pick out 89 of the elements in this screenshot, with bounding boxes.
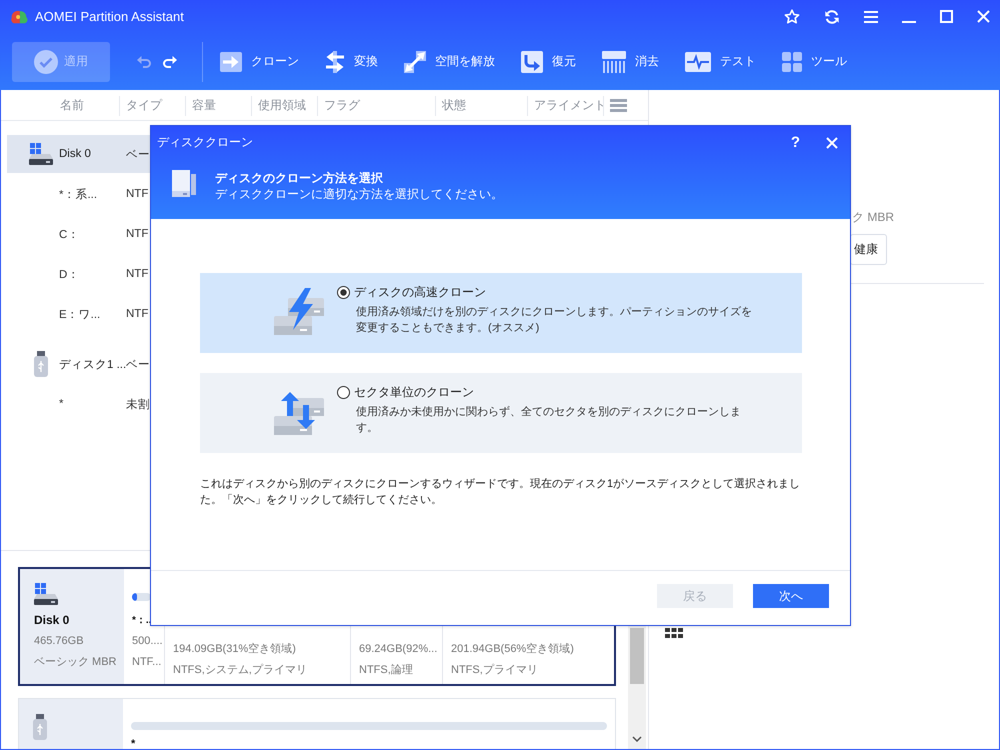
dialog-button[interactable]: 次へ (753, 584, 829, 608)
disk-size: 465.76GB (34, 635, 84, 648)
usb-drive-icon (33, 714, 47, 740)
radio-button[interactable] (337, 386, 350, 398)
column-header[interactable]: 状態 (442, 97, 466, 114)
clone-option-card[interactable]: ディスクの高速クローン 使用済み領域だけを別のディスクにクローンします。パーティションのサイズを変更することもできます。(オススメ) (200, 273, 802, 353)
option-description: 使用済み領域だけを別のディスクにクローンします。パーティションのサイズを変更することもできます。(オススメ) (355, 304, 753, 336)
column-header[interactable]: アライメント (534, 97, 606, 114)
table-cell: NTF (126, 228, 148, 240)
partition-size: 201.94GB(56%空き領域) (451, 643, 574, 656)
help-button[interactable]: ? (788, 134, 802, 151)
table-cell: Disk 0 (59, 148, 91, 160)
usb-drive-icon (34, 351, 48, 377)
drive-icon (172, 170, 196, 197)
table-row[interactable]: E：ワ... NTF (7, 295, 150, 333)
toolbar-button[interactable]: テスト (685, 52, 756, 72)
windows-drive-icon (29, 143, 53, 165)
column-header[interactable]: 容量 (192, 97, 216, 114)
table-row[interactable]: ディスク1 ...ベー (7, 345, 150, 383)
chevron-down-icon[interactable] (632, 736, 642, 742)
maximize-icon[interactable] (940, 10, 953, 23)
table-row[interactable]: *：系... NTF (7, 175, 150, 213)
close-icon[interactable] (826, 136, 838, 148)
table-cell: NTF (126, 268, 148, 280)
table-cell: * (59, 398, 64, 410)
grid-icon[interactable] (665, 628, 683, 638)
table-cell-text: C： (59, 228, 80, 242)
partition-name: * (131, 738, 136, 749)
dialog-heading: ディスクのクローン方法を選択 (215, 170, 383, 186)
dialog-note: これはディスクから別のディスクにクローンするウィザードです。現在のディスク1がソースディスクとして選択されました。「次へ」をクリックして続行してください。 (200, 477, 802, 508)
table-cell-text: D： (59, 268, 80, 282)
close-icon[interactable] (977, 10, 990, 23)
radio-button[interactable] (337, 286, 350, 298)
minimize-icon[interactable] (902, 20, 916, 22)
partition-type: NTF... (132, 656, 162, 669)
table-cell: NTF (126, 188, 148, 200)
column-header[interactable]: フラグ (324, 97, 360, 114)
table-row[interactable]: Disk 0 ベー (7, 135, 150, 173)
windows-drive-icon (34, 583, 58, 605)
column-header[interactable]: 使用領域 (258, 97, 306, 114)
window-title: AOMEI Partition Assistant (35, 9, 184, 24)
grid-squares-icon (782, 52, 802, 72)
partition-type: NTFS,プライマリ (451, 664, 538, 677)
lightning-drives-icon (274, 288, 324, 335)
partition-type: NTFS,システム,プライマリ (173, 664, 307, 677)
table-cell-text: *：系... (59, 187, 98, 202)
check-circle-icon (34, 50, 58, 74)
shredder-icon (602, 50, 626, 72)
toolbar-button[interactable]: クローン (220, 52, 299, 72)
table-cell-text: E：ワ... (59, 308, 100, 322)
toolbar-button[interactable]: ツール (782, 52, 847, 72)
table-row[interactable]: D： NTF (7, 255, 150, 293)
option-label: ディスクの高速クローン (354, 284, 486, 300)
pulse-icon (685, 52, 711, 72)
redo-icon[interactable] (163, 56, 177, 68)
table-cell-text: ベー (126, 358, 150, 372)
disk-type: ベーシック MBR (34, 656, 116, 669)
star-icon[interactable] (784, 8, 800, 24)
toolbar-button[interactable]: 消去 (602, 50, 659, 72)
partition-size: 500.... (132, 635, 163, 648)
toolbar-button[interactable]: 変換 (325, 50, 378, 72)
menu-icon[interactable] (864, 10, 878, 22)
option-label: セクタ単位のクローン (354, 384, 474, 400)
column-header[interactable]: 名前 (60, 97, 84, 114)
disk-card[interactable]: * (18, 698, 616, 749)
table-cell: NTF (126, 308, 148, 320)
toolbar-button[interactable]: 空間を解放 (404, 50, 495, 72)
clone-option-card[interactable]: セクタ単位のクローン 使用済みか未使用かに関わらず、全てのセクタを別のディスクにクローンします。 (200, 373, 802, 453)
toolbar-button[interactable]: 復元 (521, 50, 576, 72)
swap-arrows-icon (325, 50, 345, 72)
health-button[interactable]: 健康 (850, 234, 887, 265)
table-row[interactable]: C： NTF (7, 215, 150, 253)
disk-name: Disk 0 (34, 614, 70, 627)
partition-size: 69.24GB(92%... (359, 643, 438, 656)
table-cell-text: ベー (126, 148, 150, 162)
table-cell-text: 未割 (126, 398, 150, 412)
dialog-subheading: ディスククローンに適切な方法を選択してください。 (215, 186, 503, 202)
table-cell-text: ディスク1 ... (59, 358, 126, 372)
refresh-icon[interactable] (824, 8, 840, 24)
disk-type-label: ク MBR (852, 210, 894, 224)
scrollbar-thumb[interactable] (630, 628, 644, 684)
partition-size: 194.09GB(31%空き領域) (173, 643, 296, 656)
partition-type: NTFS,論理 (359, 664, 413, 677)
dialog-title: ディスククローン (157, 134, 253, 151)
column-header[interactable]: タイプ (126, 97, 162, 114)
table-row[interactable]: * 未割 (7, 385, 150, 423)
option-description: 使用済みか未使用かに関わらず、全てのセクタを別のディスクにクローンします。 (355, 404, 742, 436)
diagonal-arrows-icon (404, 50, 426, 72)
arrow-right-icon (220, 52, 242, 72)
